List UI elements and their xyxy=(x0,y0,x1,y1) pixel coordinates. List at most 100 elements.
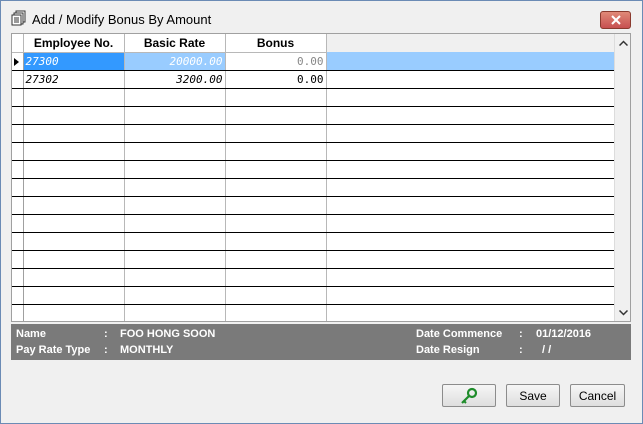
empty-cell[interactable] xyxy=(23,214,125,233)
empty-cell[interactable] xyxy=(124,268,226,287)
empty-cell[interactable] xyxy=(124,106,226,125)
empty-cell[interactable] xyxy=(225,268,327,287)
empty-cell[interactable] xyxy=(124,250,226,269)
cell-employee-no[interactable]: 27300 xyxy=(23,52,125,71)
empty-cell[interactable] xyxy=(225,160,327,179)
title-bar[interactable]: Add / Modify Bonus By Amount xyxy=(1,1,642,32)
empty-table-row[interactable] xyxy=(12,160,616,179)
date-resign-value: / / xyxy=(542,344,552,356)
empty-cell[interactable] xyxy=(124,178,226,197)
empty-table-row[interactable] xyxy=(12,214,616,233)
empty-cell[interactable] xyxy=(12,142,24,161)
scroll-down-button[interactable] xyxy=(615,304,630,321)
empty-table-row[interactable] xyxy=(12,250,616,269)
empty-cell[interactable] xyxy=(12,232,24,251)
key-icon xyxy=(461,387,478,404)
empty-table-row[interactable] xyxy=(12,268,616,287)
empty-cell[interactable] xyxy=(23,124,125,143)
empty-table-row[interactable] xyxy=(12,106,616,125)
row-indicator-header xyxy=(12,34,24,53)
empty-cell[interactable] xyxy=(124,286,226,305)
cancel-button-label: Cancel xyxy=(578,388,617,403)
empty-cell[interactable] xyxy=(23,142,125,161)
empty-cell[interactable] xyxy=(23,232,125,251)
empty-table-row[interactable] xyxy=(12,232,616,251)
empty-cell[interactable] xyxy=(23,178,125,197)
cell-basic-rate[interactable]: 20000.00 xyxy=(124,52,226,71)
empty-cell[interactable] xyxy=(225,214,327,233)
empty-cell[interactable] xyxy=(12,196,24,215)
empty-cell[interactable] xyxy=(12,214,24,233)
empty-cell[interactable] xyxy=(124,124,226,143)
empty-cell[interactable] xyxy=(12,250,24,269)
empty-cell[interactable] xyxy=(225,196,327,215)
empty-cell xyxy=(326,196,616,215)
save-button-label: Save xyxy=(519,388,547,403)
cancel-button[interactable]: Cancel xyxy=(570,384,625,407)
empty-cell[interactable] xyxy=(23,160,125,179)
empty-cell[interactable] xyxy=(12,88,24,107)
empty-cell xyxy=(326,250,616,269)
empty-table-row[interactable] xyxy=(12,178,616,197)
cell-bonus[interactable]: 0.00 xyxy=(225,52,327,71)
row-indicator[interactable] xyxy=(12,70,24,89)
column-header-basic-rate[interactable]: Basic Rate xyxy=(124,34,226,53)
empty-cell[interactable] xyxy=(23,268,125,287)
table-row[interactable]: 27300 20000.00 0.00 xyxy=(12,52,616,71)
column-header-bonus[interactable]: Bonus xyxy=(225,34,327,53)
empty-cell[interactable] xyxy=(225,142,327,161)
empty-cell[interactable] xyxy=(23,286,125,305)
empty-cell[interactable] xyxy=(12,160,24,179)
scroll-up-button[interactable] xyxy=(615,34,630,51)
close-button[interactable] xyxy=(600,11,631,29)
empty-cell[interactable] xyxy=(124,304,226,321)
empty-cell[interactable] xyxy=(225,124,327,143)
empty-cell[interactable] xyxy=(12,106,24,125)
name-separator: : xyxy=(104,328,108,340)
empty-cell[interactable] xyxy=(124,160,226,179)
empty-cell[interactable] xyxy=(124,196,226,215)
empty-cell[interactable] xyxy=(23,196,125,215)
empty-cell xyxy=(326,232,616,251)
empty-table-row[interactable] xyxy=(12,124,616,143)
row-filler xyxy=(326,70,616,89)
bonus-grid[interactable]: Employee No. Basic Rate Bonus 27300 2000… xyxy=(11,33,631,322)
empty-cell[interactable] xyxy=(23,88,125,107)
empty-cell[interactable] xyxy=(225,286,327,305)
documents-icon xyxy=(11,10,26,26)
empty-table-row[interactable] xyxy=(12,88,616,107)
empty-cell[interactable] xyxy=(225,88,327,107)
empty-cell[interactable] xyxy=(124,88,226,107)
cell-bonus[interactable]: 0.00 xyxy=(225,70,327,89)
empty-cell[interactable] xyxy=(23,304,125,321)
name-value: FOO HONG SOON xyxy=(120,328,216,340)
lookup-button[interactable] xyxy=(442,384,496,407)
empty-cell[interactable] xyxy=(225,250,327,269)
empty-cell[interactable] xyxy=(12,268,24,287)
empty-cell[interactable] xyxy=(23,106,125,125)
empty-cell[interactable] xyxy=(12,304,24,321)
empty-cell[interactable] xyxy=(225,106,327,125)
empty-table-row[interactable] xyxy=(12,286,616,305)
empty-cell[interactable] xyxy=(225,304,327,321)
table-row[interactable]: 27302 3200.00 0.00 xyxy=(12,70,616,89)
empty-cell[interactable] xyxy=(225,232,327,251)
cell-employee-no[interactable]: 27302 xyxy=(23,70,125,89)
empty-table-row[interactable] xyxy=(12,142,616,161)
row-indicator[interactable] xyxy=(12,52,24,71)
empty-cell[interactable] xyxy=(12,124,24,143)
empty-cell[interactable] xyxy=(124,142,226,161)
empty-cell[interactable] xyxy=(12,286,24,305)
column-header-employee-no[interactable]: Employee No. xyxy=(23,34,125,53)
empty-cell[interactable] xyxy=(124,214,226,233)
empty-cell[interactable] xyxy=(225,178,327,197)
vertical-scrollbar[interactable] xyxy=(614,34,630,321)
empty-table-row[interactable] xyxy=(12,304,616,321)
empty-cell[interactable] xyxy=(23,250,125,269)
save-button[interactable]: Save xyxy=(506,384,560,407)
cell-basic-rate[interactable]: 3200.00 xyxy=(124,70,226,89)
empty-table-row[interactable] xyxy=(12,196,616,215)
empty-cell[interactable] xyxy=(124,232,226,251)
empty-cell[interactable] xyxy=(12,178,24,197)
empty-cell xyxy=(326,304,616,321)
